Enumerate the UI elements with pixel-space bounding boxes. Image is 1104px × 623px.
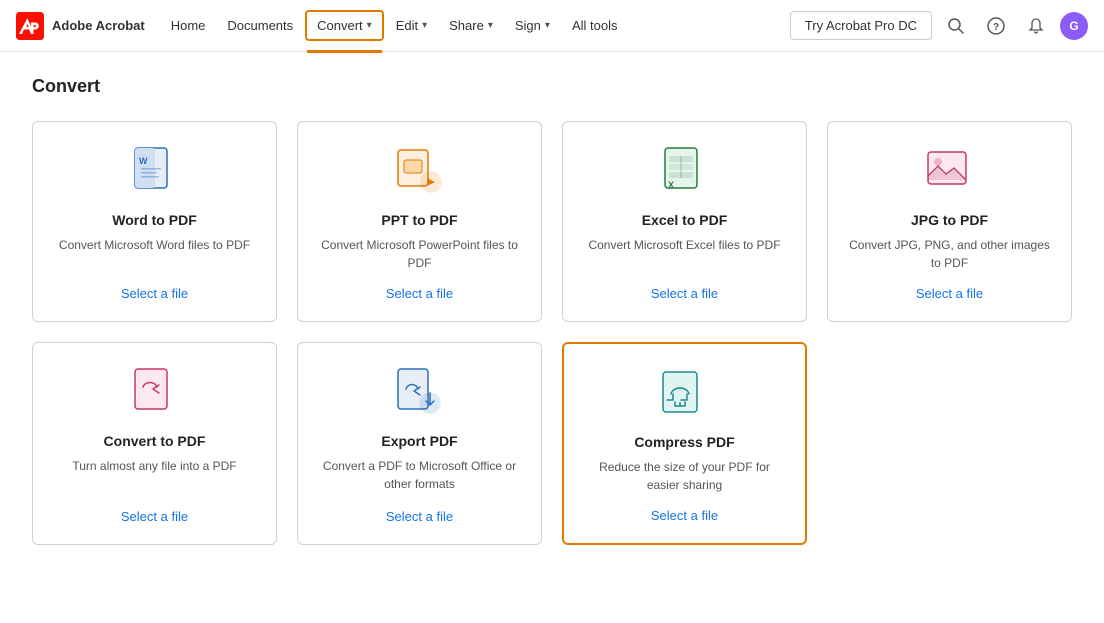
ppt-to-pdf-icon (394, 146, 446, 198)
export-pdf-desc: Convert a PDF to Microsoft Office or oth… (318, 457, 521, 495)
nav-sign[interactable]: Sign ▾ (505, 12, 560, 39)
page-content: Convert W Word to PDF Convert Microsoft … (0, 52, 1104, 569)
brand-name: Adobe Acrobat (52, 18, 145, 33)
help-button[interactable]: ? (980, 10, 1012, 42)
navbar: Adobe Acrobat Home Documents Convert ▾ E… (0, 0, 1104, 52)
page-title: Convert (32, 76, 1072, 97)
ppt-to-pdf-desc: Convert Microsoft PowerPoint files to PD… (318, 236, 521, 272)
word-to-pdf-desc: Convert Microsoft Word files to PDF (59, 236, 250, 272)
card-convert-to-pdf[interactable]: Convert to PDF Turn almost any file into… (32, 342, 277, 545)
nav-share[interactable]: Share ▾ (439, 12, 503, 39)
search-button[interactable] (940, 10, 972, 42)
adobe-icon (16, 12, 44, 40)
word-to-pdf-link[interactable]: Select a file (121, 286, 188, 301)
search-icon (947, 17, 965, 35)
ppt-to-pdf-title: PPT to PDF (381, 212, 457, 228)
nav-links: Home Documents Convert ▾ Edit ▾ Share ▾ … (161, 10, 786, 41)
jpg-to-pdf-icon (924, 146, 976, 198)
convert-chevron-icon: ▾ (367, 20, 372, 31)
excel-to-pdf-link[interactable]: Select a file (651, 286, 718, 301)
compress-pdf-icon (659, 368, 711, 420)
export-pdf-title: Export PDF (381, 433, 457, 449)
nav-right: Try Acrobat Pro DC ? G (790, 10, 1088, 42)
excel-to-pdf-title: Excel to PDF (642, 212, 728, 228)
help-icon: ? (987, 17, 1005, 35)
share-chevron-icon: ▾ (488, 20, 493, 31)
brand-logo[interactable]: Adobe Acrobat (16, 12, 145, 40)
card-jpg-to-pdf[interactable]: JPG to PDF Convert JPG, PNG, and other i… (827, 121, 1072, 322)
svg-text:X: X (668, 180, 674, 190)
convert-to-pdf-icon (129, 367, 181, 419)
excel-to-pdf-desc: Convert Microsoft Excel files to PDF (588, 236, 780, 272)
compress-pdf-title: Compress PDF (634, 434, 734, 450)
cards-row-1: W Word to PDF Convert Microsoft Word fil… (32, 121, 1072, 322)
cards-row-2: Convert to PDF Turn almost any file into… (32, 342, 1072, 545)
export-pdf-icon (394, 367, 446, 419)
nav-convert[interactable]: Convert ▾ (305, 10, 384, 41)
card-excel-to-pdf[interactable]: X Excel to PDF Convert Microsoft Excel f… (562, 121, 807, 322)
jpg-to-pdf-desc: Convert JPG, PNG, and other images to PD… (848, 236, 1051, 272)
svg-text:?: ? (993, 22, 999, 33)
user-avatar[interactable]: G (1060, 12, 1088, 40)
convert-to-pdf-title: Convert to PDF (104, 433, 206, 449)
card-word-to-pdf[interactable]: W Word to PDF Convert Microsoft Word fil… (32, 121, 277, 322)
jpg-to-pdf-title: JPG to PDF (911, 212, 988, 228)
export-pdf-link[interactable]: Select a file (386, 509, 453, 524)
jpg-to-pdf-link[interactable]: Select a file (916, 286, 983, 301)
nav-documents[interactable]: Documents (217, 12, 303, 39)
notifications-button[interactable] (1020, 10, 1052, 42)
compress-pdf-desc: Reduce the size of your PDF for easier s… (584, 458, 785, 494)
convert-to-pdf-link[interactable]: Select a file (121, 509, 188, 524)
excel-to-pdf-icon: X (659, 146, 711, 198)
word-to-pdf-icon: W (129, 146, 181, 198)
word-to-pdf-title: Word to PDF (112, 212, 197, 228)
ppt-to-pdf-link[interactable]: Select a file (386, 286, 453, 301)
svg-text:W: W (139, 156, 148, 166)
nav-alltools[interactable]: All tools (562, 12, 628, 39)
card-compress-pdf[interactable]: Compress PDF Reduce the size of your PDF… (562, 342, 807, 545)
nav-edit[interactable]: Edit ▾ (386, 12, 437, 39)
convert-to-pdf-desc: Turn almost any file into a PDF (72, 457, 236, 495)
bell-icon (1027, 17, 1045, 35)
try-acrobat-button[interactable]: Try Acrobat Pro DC (790, 11, 932, 40)
card-ppt-to-pdf[interactable]: PPT to PDF Convert Microsoft PowerPoint … (297, 121, 542, 322)
compress-pdf-link[interactable]: Select a file (651, 508, 718, 523)
nav-home[interactable]: Home (161, 12, 216, 39)
card-export-pdf[interactable]: Export PDF Convert a PDF to Microsoft Of… (297, 342, 542, 545)
edit-chevron-icon: ▾ (422, 20, 427, 31)
sign-chevron-icon: ▾ (545, 20, 550, 31)
